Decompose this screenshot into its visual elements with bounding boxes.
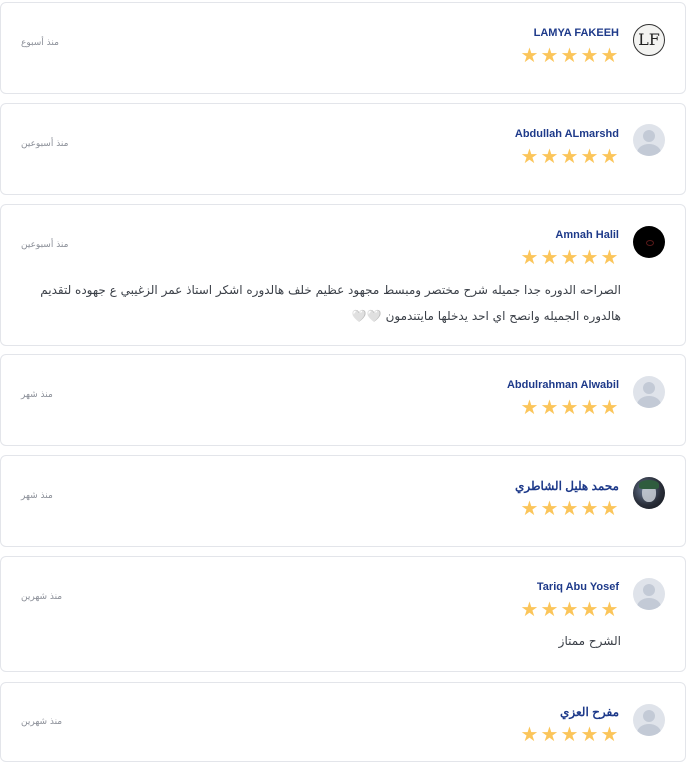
review-card: Abdulrahman Alwabil ★ ★ ★ ★ ★ منذ شهر [0, 354, 686, 446]
star-rating: ★ ★ ★ ★ ★ [520, 247, 619, 267]
star-icon: ★ [600, 43, 619, 67]
reviewer-avatar [633, 477, 665, 509]
reviewer-avatar: LF [633, 24, 665, 56]
star-icon: ★ [540, 722, 559, 746]
star-icon: ★ [520, 245, 539, 269]
reviewer-name: Abdullah ALmarshd [514, 128, 619, 140]
reviewer-name: مفرح العزي [560, 705, 619, 719]
review-time: منذ أسبوع [21, 38, 59, 48]
star-icon: ★ [580, 722, 599, 746]
star-icon: ★ [560, 245, 579, 269]
review-time: منذ شهر [21, 491, 53, 501]
avatar-monogram: LF [638, 30, 660, 49]
star-rating: ★ ★ ★ ★ ★ [520, 599, 619, 619]
reviewer-name: Abdulrahman Alwabil [506, 379, 619, 391]
review-comment: الصراحه الدوره جدا جميله شرح مختصر ومبسط… [21, 277, 621, 329]
star-icon: ★ [580, 597, 599, 621]
reviewer-avatar [633, 704, 665, 736]
star-icon: ★ [560, 722, 579, 746]
star-icon: ★ [540, 43, 559, 67]
review-card: مفرح العزي ★ ★ ★ ★ ★ منذ شهرين [0, 682, 686, 762]
star-icon: ★ [560, 43, 579, 67]
star-icon: ★ [600, 496, 619, 520]
star-rating: ★ ★ ★ ★ ★ [520, 724, 619, 744]
review-card: LF LAMYA FAKEEH ★ ★ ★ ★ ★ منذ أسبوع [0, 2, 686, 94]
star-icon: ★ [600, 722, 619, 746]
reviewer-avatar [633, 226, 665, 258]
star-icon: ★ [600, 395, 619, 419]
reviewer-avatar [633, 376, 665, 408]
review-card: محمد هليل الشاطري ★ ★ ★ ★ ★ منذ شهر [0, 455, 686, 547]
reviewer-avatar [633, 124, 665, 156]
star-icon: ★ [560, 144, 579, 168]
reviewer-name: محمد هليل الشاطري [514, 479, 619, 493]
star-rating: ★ ★ ★ ★ ★ [520, 45, 619, 65]
star-icon: ★ [540, 597, 559, 621]
star-rating: ★ ★ ★ ★ ★ [520, 146, 619, 166]
star-icon: ★ [580, 144, 599, 168]
star-icon: ★ [580, 245, 599, 269]
star-icon: ★ [540, 395, 559, 419]
star-icon: ★ [520, 722, 539, 746]
star-icon: ★ [560, 395, 579, 419]
star-icon: ★ [600, 245, 619, 269]
star-icon: ★ [540, 144, 559, 168]
star-icon: ★ [520, 144, 539, 168]
reviewer-name: Tariq Abu Yosef [536, 581, 619, 593]
review-time: منذ شهرين [21, 592, 63, 602]
reviewer-name: Amnah Halil [555, 229, 619, 241]
star-icon: ★ [600, 144, 619, 168]
star-icon: ★ [580, 395, 599, 419]
star-icon: ★ [560, 597, 579, 621]
review-comment-text: الصراحه الدوره جدا جميله شرح مختصر ومبسط… [40, 283, 621, 323]
star-icon: ★ [520, 496, 539, 520]
reviewer-avatar [633, 578, 665, 610]
star-icon: ★ [600, 597, 619, 621]
star-icon: ★ [520, 395, 539, 419]
star-icon: ★ [520, 43, 539, 67]
star-icon: ★ [580, 43, 599, 67]
star-icon: ★ [560, 496, 579, 520]
review-time: منذ شهرين [21, 717, 63, 727]
star-icon: ★ [580, 496, 599, 520]
star-rating: ★ ★ ★ ★ ★ [520, 397, 619, 417]
review-card: Amnah Halil ★ ★ ★ ★ ★ منذ أسبوعين الصراحه ال… [0, 204, 686, 346]
review-card: Abdullah ALmarshd ★ ★ ★ ★ ★ منذ أسبوعين [0, 103, 686, 195]
star-icon: ★ [540, 245, 559, 269]
review-comment: الشرح ممتاز [558, 634, 621, 648]
star-icon: ★ [520, 597, 539, 621]
review-time: منذ أسبوعين [21, 139, 69, 149]
review-card: Tariq Abu Yosef ★ ★ ★ ★ ★ منذ شهرين الشرح مم… [0, 556, 686, 672]
reviewer-name: LAMYA FAKEEH [533, 27, 619, 39]
review-time: منذ أسبوعين [21, 240, 69, 250]
star-icon: ★ [540, 496, 559, 520]
heart-icon: 🤍🤍 [351, 309, 382, 323]
review-time: منذ شهر [21, 390, 53, 400]
star-rating: ★ ★ ★ ★ ★ [520, 498, 619, 518]
